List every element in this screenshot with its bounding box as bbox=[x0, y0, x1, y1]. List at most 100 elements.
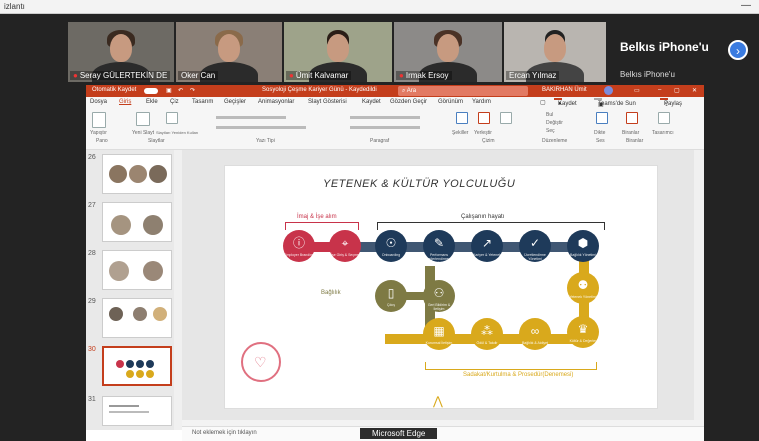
font-format-row[interactable] bbox=[216, 126, 306, 129]
video-tile[interactable]: Oker Can bbox=[176, 22, 282, 82]
tab-file[interactable]: Dosya bbox=[90, 99, 107, 105]
select-button[interactable]: Seç bbox=[546, 128, 555, 134]
node-belonging[interactable]: ∞ Bağlılık & Aidiyet bbox=[519, 318, 551, 350]
doc-title: Sosyoloji Çeşme Kariyer Günü - Kaydedild… bbox=[262, 87, 377, 93]
onboarding-icon: ☉ bbox=[385, 236, 397, 250]
avatar[interactable] bbox=[604, 86, 613, 95]
comment-icon[interactable]: ▢ bbox=[540, 99, 546, 106]
ribbon-display-icon[interactable]: ▭ bbox=[634, 87, 640, 94]
dictate-label[interactable]: Dikte bbox=[594, 130, 605, 136]
video-tile[interactable]: ● Ümit Kalvamar bbox=[284, 22, 392, 82]
tab-review[interactable]: Gözden Geçir bbox=[390, 99, 427, 105]
tab-help[interactable]: Yardım bbox=[472, 99, 491, 105]
side-participant-name[interactable]: Belkıs iPhone'u bbox=[620, 40, 709, 54]
slide-thumbnails-panel[interactable]: 26 27 28 29 30 31 bbox=[86, 150, 182, 430]
shapes-icon[interactable] bbox=[456, 112, 468, 124]
find-button[interactable]: Bul bbox=[546, 112, 553, 118]
video-tile[interactable]: ● Irmak Ersoy bbox=[394, 22, 502, 82]
node-compensation[interactable]: ✓ Ücretlendirme Yönetimi bbox=[519, 230, 551, 262]
slide-canvas[interactable]: YETENEK & KÜLTÜR YOLCULUĞU İmaj & İşe al… bbox=[224, 165, 658, 409]
window-close-icon[interactable]: ✕ bbox=[692, 87, 697, 94]
autosave-label[interactable]: Otomatik Kaydet bbox=[92, 87, 136, 93]
slide-number: 28 bbox=[88, 250, 96, 257]
save-icon[interactable]: ▣ bbox=[166, 87, 172, 94]
shapes-label[interactable]: Şekiller bbox=[452, 130, 468, 136]
dictate-icon[interactable] bbox=[596, 112, 608, 124]
thumb-dot bbox=[126, 370, 134, 378]
record-button[interactable]: ● Kaydet bbox=[554, 98, 577, 107]
thumb-photo bbox=[133, 307, 147, 321]
tab-animations[interactable]: Animasyonlar bbox=[258, 99, 294, 105]
paste-label[interactable]: Yapıştır bbox=[90, 130, 107, 136]
designer-icon[interactable] bbox=[658, 112, 670, 124]
exit-bracket bbox=[425, 362, 597, 370]
minimize-icon[interactable]: — bbox=[741, 0, 751, 11]
addins-icon[interactable] bbox=[626, 112, 638, 124]
font-family-box[interactable] bbox=[216, 116, 286, 119]
user-name[interactable]: BAKIRHAN Ümit bbox=[542, 87, 587, 93]
slide-thumbnail[interactable] bbox=[102, 154, 172, 194]
node-rewards[interactable]: ⁂ Ödül & Takdir bbox=[471, 318, 503, 350]
node-employer-branding[interactable]: ⓘ Employer Branding bbox=[283, 230, 315, 262]
slide-thumbnail[interactable] bbox=[102, 250, 172, 290]
share-button[interactable]: ⇪ Paylaş bbox=[660, 98, 682, 108]
tab-insert[interactable]: Ekle bbox=[146, 99, 158, 105]
tab-home[interactable]: Giriş bbox=[119, 99, 131, 105]
new-slide-label[interactable]: Yeni Slayt bbox=[132, 130, 154, 136]
mic-muted-icon: ● bbox=[399, 71, 404, 80]
slide-scrollbar[interactable] bbox=[694, 150, 704, 420]
undo-icon[interactable]: ↶ bbox=[178, 87, 183, 94]
slide-thumbnail[interactable] bbox=[102, 298, 172, 338]
arrange-label[interactable]: Yerleştir bbox=[474, 130, 492, 136]
arrange-icon[interactable] bbox=[478, 112, 490, 124]
video-tile[interactable]: ● Seray GÜLERTEKİN DE bbox=[68, 22, 174, 82]
slide-thumbnail-selected[interactable] bbox=[102, 346, 172, 386]
align-row[interactable] bbox=[350, 126, 420, 129]
paste-icon[interactable] bbox=[92, 112, 106, 128]
teams-present-button[interactable]: ▣ Teams'de Sun bbox=[594, 98, 636, 108]
new-slide-icon[interactable] bbox=[136, 112, 150, 126]
tab-record[interactable]: Kaydet bbox=[362, 99, 381, 105]
taskbar-label[interactable]: Microsoft Edge bbox=[360, 428, 438, 439]
next-participants-button[interactable]: › bbox=[728, 40, 748, 60]
reuse-slides-icon[interactable] bbox=[166, 112, 178, 124]
node-culture[interactable]: ♛ Kültür & Değerler bbox=[567, 316, 599, 348]
tab-view[interactable]: Görünüm bbox=[438, 99, 463, 105]
replace-button[interactable]: Değiştir bbox=[546, 120, 563, 126]
designer-label[interactable]: Tasarımcı bbox=[652, 130, 674, 136]
ribbon-tabs: Dosya Giriş Ekle Çiz Tasarım Geçişler An… bbox=[86, 97, 704, 108]
window-maximize-icon[interactable]: ▢ bbox=[674, 87, 680, 94]
tab-design[interactable]: Tasarım bbox=[192, 99, 213, 105]
slide-thumbnail[interactable] bbox=[102, 202, 172, 242]
autosave-toggle[interactable] bbox=[144, 88, 158, 94]
notes-pane[interactable]: Not eklemek için tıklayın bbox=[182, 426, 704, 441]
addins-label[interactable]: Biranlar bbox=[622, 130, 639, 136]
window-minimize-icon[interactable]: – bbox=[658, 87, 661, 93]
thumb-photo bbox=[109, 261, 129, 281]
thumbnails-scrollbar[interactable] bbox=[174, 150, 182, 430]
paragraph-row[interactable] bbox=[350, 116, 420, 119]
node-communication[interactable]: ▦ Kurumsal İletişim bbox=[423, 318, 455, 350]
video-tile[interactable]: Ercan Yılmaz bbox=[504, 22, 606, 82]
node-engagement[interactable]: ⬢ Bağlılık Yönetimi bbox=[567, 230, 599, 262]
search-box[interactable]: ⌕ Ara bbox=[398, 86, 528, 96]
reuse-slides-label[interactable]: Slaytları Yeniden Kullan bbox=[156, 130, 198, 135]
tab-transitions[interactable]: Geçişler bbox=[224, 99, 246, 105]
slide-thumbnail[interactable] bbox=[102, 396, 172, 426]
node-career[interactable]: ↗ Kariyer & Yetenek bbox=[471, 230, 503, 262]
chevron-right-icon: › bbox=[736, 44, 740, 58]
node-onboarding[interactable]: ☉ Onboarding bbox=[375, 230, 407, 262]
slide-number: 26 bbox=[88, 154, 96, 161]
node-recruitment[interactable]: ⌖ İşe Giriş & Seçme bbox=[329, 230, 361, 262]
node-feedback[interactable]: ⚇ Geri Bildirim & İletişim bbox=[423, 280, 455, 312]
quick-styles-icon[interactable] bbox=[500, 112, 512, 124]
thumb-photo bbox=[111, 215, 131, 235]
node-talent[interactable]: ⚉ Yetenek Yönetimi bbox=[567, 272, 599, 304]
tab-draw[interactable]: Çiz bbox=[170, 99, 179, 105]
exit-label: Sadakat/Kurtulma & Prosedür(Denemesi) bbox=[463, 372, 574, 378]
tab-slideshow[interactable]: Slayt Gösterisi bbox=[308, 99, 347, 105]
node-performance[interactable]: ✎ Performans Değerlendirme & Gelişim bbox=[423, 230, 455, 265]
redo-icon[interactable]: ↷ bbox=[190, 87, 195, 94]
thumb-dot bbox=[146, 360, 154, 368]
node-exit[interactable]: ▯ Çıkış bbox=[375, 280, 407, 312]
